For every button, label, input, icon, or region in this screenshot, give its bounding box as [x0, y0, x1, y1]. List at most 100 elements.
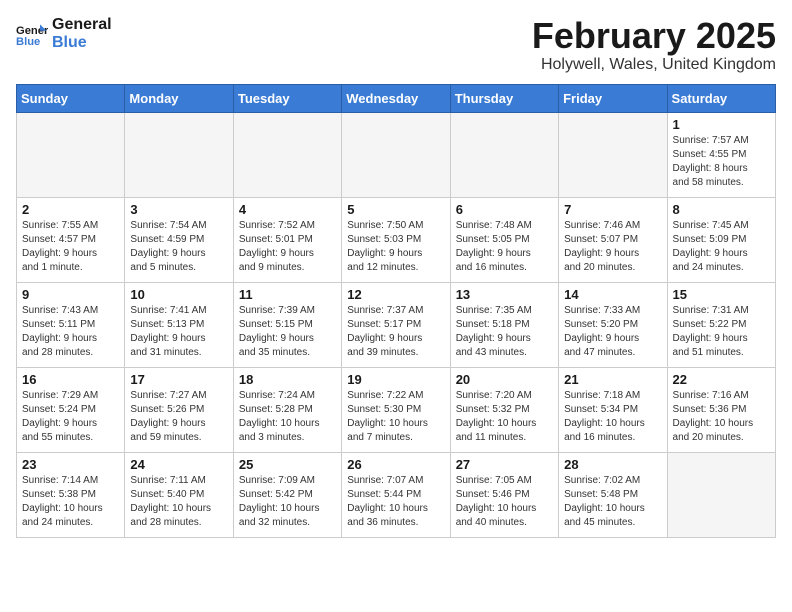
calendar-cell: 21Sunrise: 7:18 AM Sunset: 5:34 PM Dayli…: [559, 367, 667, 452]
logo: General Blue General Blue: [16, 16, 112, 52]
calendar-cell: 26Sunrise: 7:07 AM Sunset: 5:44 PM Dayli…: [342, 452, 450, 537]
calendar-cell: 27Sunrise: 7:05 AM Sunset: 5:46 PM Dayli…: [450, 452, 558, 537]
day-number: 9: [22, 287, 119, 302]
calendar-cell: [559, 112, 667, 197]
weekday-header-monday: Monday: [125, 84, 233, 112]
calendar-cell: 11Sunrise: 7:39 AM Sunset: 5:15 PM Dayli…: [233, 282, 341, 367]
day-number: 16: [22, 372, 119, 387]
calendar-cell: [342, 112, 450, 197]
day-info: Sunrise: 7:11 AM Sunset: 5:40 PM Dayligh…: [130, 474, 227, 530]
day-info: Sunrise: 7:57 AM Sunset: 4:55 PM Dayligh…: [673, 134, 770, 190]
weekday-header-thursday: Thursday: [450, 84, 558, 112]
day-number: 5: [347, 202, 444, 217]
day-number: 4: [239, 202, 336, 217]
calendar-cell: 7 Sunrise: 7:46 AM Sunset: 5:07 PM Daylig…: [559, 197, 667, 282]
calendar-cell: 4 Sunrise: 7:52 AM Sunset: 5:01 PM Daylig…: [233, 197, 341, 282]
day-info: Sunrise: 7:45 AM Sunset: 5:09 PM Dayligh…: [673, 219, 770, 275]
calendar-cell: [450, 112, 558, 197]
calendar-cell: 12 Sunrise: 7:37 AM Sunset: 5:17 PM Dayli…: [342, 282, 450, 367]
logo-blue: Blue: [52, 34, 112, 52]
logo-general: General: [52, 16, 112, 34]
calendar-week-4: 23Sunrise: 7:14 AM Sunset: 5:38 PM Dayli…: [17, 452, 776, 537]
calendar-cell: 17 Sunrise: 7:27 AM Sunset: 5:26 PM Dayli…: [125, 367, 233, 452]
day-info: Sunrise: 7:16 AM Sunset: 5:36 PM Dayligh…: [673, 389, 770, 445]
logo-icon: General Blue: [16, 18, 48, 50]
day-number: 20: [456, 372, 553, 387]
calendar-cell: 1 Sunrise: 7:57 AM Sunset: 4:55 PM Daylig…: [667, 112, 775, 197]
day-number: 13: [456, 287, 553, 302]
day-number: 18: [239, 372, 336, 387]
calendar-cell: [233, 112, 341, 197]
day-number: 1: [673, 117, 770, 132]
day-info: Sunrise: 7:20 AM Sunset: 5:32 PM Dayligh…: [456, 389, 553, 445]
day-info: Sunrise: 7:43 AM Sunset: 5:11 PM Dayligh…: [22, 304, 119, 360]
day-info: Sunrise: 7:54 AM Sunset: 4:59 PM Dayligh…: [130, 219, 227, 275]
day-info: Sunrise: 7:33 AM Sunset: 5:20 PM Dayligh…: [564, 304, 661, 360]
day-number: 26: [347, 457, 444, 472]
day-info: Sunrise: 7:27 AM Sunset: 5:26 PM Dayligh…: [130, 389, 227, 445]
calendar-cell: [125, 112, 233, 197]
day-number: 10: [130, 287, 227, 302]
calendar-cell: [17, 112, 125, 197]
calendar-cell: 20 Sunrise: 7:20 AM Sunset: 5:32 PM Dayli…: [450, 367, 558, 452]
weekday-header-tuesday: Tuesday: [233, 84, 341, 112]
calendar-week-1: 2 Sunrise: 7:55 AM Sunset: 4:57 PM Daylig…: [17, 197, 776, 282]
calendar-cell: 5 Sunrise: 7:50 AM Sunset: 5:03 PM Daylig…: [342, 197, 450, 282]
day-info: Sunrise: 7:35 AM Sunset: 5:18 PM Dayligh…: [456, 304, 553, 360]
day-number: 6: [456, 202, 553, 217]
title-area: February 2025 Holywell, Wales, United Ki…: [532, 16, 776, 74]
day-number: 22: [673, 372, 770, 387]
svg-text:General: General: [16, 25, 48, 37]
calendar-cell: [667, 452, 775, 537]
day-number: 28: [564, 457, 661, 472]
calendar-cell: 19 Sunrise: 7:22 AM Sunset: 5:30 PM Dayli…: [342, 367, 450, 452]
day-number: 12: [347, 287, 444, 302]
calendar-cell: 18 Sunrise: 7:24 AM Sunset: 5:28 PM Dayli…: [233, 367, 341, 452]
day-info: Sunrise: 7:05 AM Sunset: 5:46 PM Dayligh…: [456, 474, 553, 530]
day-number: 23: [22, 457, 119, 472]
calendar-cell: 2 Sunrise: 7:55 AM Sunset: 4:57 PM Daylig…: [17, 197, 125, 282]
day-info: Sunrise: 7:18 AM Sunset: 5:34 PM Dayligh…: [564, 389, 661, 445]
day-number: 2: [22, 202, 119, 217]
day-info: Sunrise: 7:41 AM Sunset: 5:13 PM Dayligh…: [130, 304, 227, 360]
calendar-week-2: 9 Sunrise: 7:43 AM Sunset: 5:11 PM Daylig…: [17, 282, 776, 367]
calendar-cell: 14 Sunrise: 7:33 AM Sunset: 5:20 PM Dayli…: [559, 282, 667, 367]
day-number: 11: [239, 287, 336, 302]
calendar-table: SundayMondayTuesdayWednesdayThursdayFrid…: [16, 84, 776, 538]
svg-text:Blue: Blue: [16, 36, 40, 48]
day-number: 25: [239, 457, 336, 472]
day-number: 7: [564, 202, 661, 217]
calendar-cell: 3 Sunrise: 7:54 AM Sunset: 4:59 PM Daylig…: [125, 197, 233, 282]
day-info: Sunrise: 7:46 AM Sunset: 5:07 PM Dayligh…: [564, 219, 661, 275]
day-number: 14: [564, 287, 661, 302]
day-info: Sunrise: 7:55 AM Sunset: 4:57 PM Dayligh…: [22, 219, 119, 275]
calendar-cell: 28 Sunrise: 7:02 AM Sunset: 5:48 PM Dayli…: [559, 452, 667, 537]
calendar-cell: 15 Sunrise: 7:31 AM Sunset: 5:22 PM Dayli…: [667, 282, 775, 367]
day-info: Sunrise: 7:24 AM Sunset: 5:28 PM Dayligh…: [239, 389, 336, 445]
day-number: 3: [130, 202, 227, 217]
weekday-header-wednesday: Wednesday: [342, 84, 450, 112]
calendar-cell: 6 Sunrise: 7:48 AM Sunset: 5:05 PM Daylig…: [450, 197, 558, 282]
calendar-week-3: 16Sunrise: 7:29 AM Sunset: 5:24 PM Dayli…: [17, 367, 776, 452]
day-info: Sunrise: 7:31 AM Sunset: 5:22 PM Dayligh…: [673, 304, 770, 360]
calendar-cell: 16Sunrise: 7:29 AM Sunset: 5:24 PM Dayli…: [17, 367, 125, 452]
day-number: 17: [130, 372, 227, 387]
day-number: 8: [673, 202, 770, 217]
calendar-cell: 25 Sunrise: 7:09 AM Sunset: 5:42 PM Dayli…: [233, 452, 341, 537]
calendar-cell: 8 Sunrise: 7:45 AM Sunset: 5:09 PM Daylig…: [667, 197, 775, 282]
day-info: Sunrise: 7:50 AM Sunset: 5:03 PM Dayligh…: [347, 219, 444, 275]
month-title: February 2025: [532, 16, 776, 56]
day-number: 24: [130, 457, 227, 472]
day-info: Sunrise: 7:48 AM Sunset: 5:05 PM Dayligh…: [456, 219, 553, 275]
calendar-cell: 23Sunrise: 7:14 AM Sunset: 5:38 PM Dayli…: [17, 452, 125, 537]
calendar-cell: 10 Sunrise: 7:41 AM Sunset: 5:13 PM Dayli…: [125, 282, 233, 367]
day-info: Sunrise: 7:09 AM Sunset: 5:42 PM Dayligh…: [239, 474, 336, 530]
day-number: 19: [347, 372, 444, 387]
day-info: Sunrise: 7:22 AM Sunset: 5:30 PM Dayligh…: [347, 389, 444, 445]
weekday-header-saturday: Saturday: [667, 84, 775, 112]
day-info: Sunrise: 7:52 AM Sunset: 5:01 PM Dayligh…: [239, 219, 336, 275]
day-info: Sunrise: 7:02 AM Sunset: 5:48 PM Dayligh…: [564, 474, 661, 530]
day-number: 15: [673, 287, 770, 302]
weekday-header-friday: Friday: [559, 84, 667, 112]
day-info: Sunrise: 7:37 AM Sunset: 5:17 PM Dayligh…: [347, 304, 444, 360]
